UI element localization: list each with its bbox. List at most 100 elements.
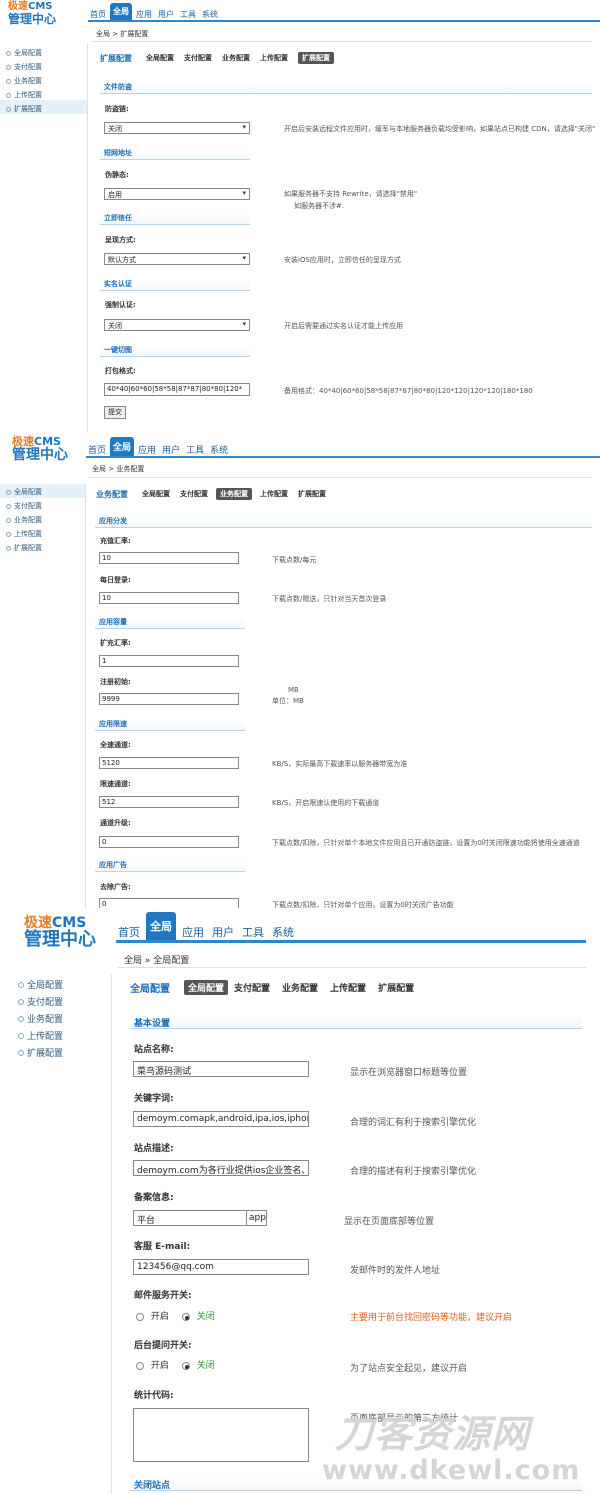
full-speed-input[interactable]: 5120 — [99, 757, 239, 769]
sidebar-item-extension[interactable]: 扩展配置 — [0, 540, 85, 554]
radio-off[interactable] — [181, 1361, 190, 1370]
section-header: 应用限速 — [95, 719, 245, 731]
email-input[interactable]: 123456@qq.com — [133, 1259, 309, 1275]
nav-global[interactable]: 全局 — [146, 912, 176, 940]
main-content: 全局 > 扩展配置 扩展配置 全局配置 支付配置 业务配置 上传配置 扩展配置 — [92, 26, 592, 64]
sidebar-item-upload[interactable]: 上传配置 — [0, 1025, 111, 1042]
tab-business[interactable]: 业务配置 — [222, 53, 250, 63]
nav-apps[interactable]: 应用 — [180, 924, 206, 940]
circle-icon — [18, 1049, 24, 1056]
nav-global[interactable]: 全局 — [110, 3, 132, 20]
realname-select[interactable]: 关闭 — [104, 319, 250, 331]
nav-system[interactable]: 系统 — [208, 443, 230, 456]
icp-input-suffix[interactable]: app — [247, 1210, 267, 1226]
site-name-input[interactable]: 菜鸟源码测试 — [133, 1061, 309, 1077]
submit-button[interactable]: 提交 — [104, 406, 126, 419]
section-header: 应用分发 — [95, 516, 592, 528]
trust-mode-select[interactable]: 默认方式 — [104, 253, 250, 265]
nav-tools[interactable]: 工具 — [178, 9, 198, 20]
config-tabs: 扩展配置 全局配置 支付配置 业务配置 上传配置 扩展配置 — [92, 52, 592, 64]
register-initial-input[interactable]: 9999 — [99, 693, 239, 705]
sidebar-label: 支付配置 — [14, 63, 42, 71]
sidebar-label: 扩展配置 — [14, 544, 42, 552]
config-tabs: 业务配置 全局配置 支付配置 业务配置 上传配置 扩展配置 — [88, 488, 592, 500]
field-label: 备案信息: — [134, 1193, 174, 1203]
sidebar-item-global[interactable]: 全局配置 — [0, 44, 87, 58]
tab-global[interactable]: 全局配置 — [184, 979, 229, 995]
field-label: 去除广告: — [100, 883, 131, 891]
top-nav: 首页 全局 应用 用户 工具 系统 — [88, 3, 222, 20]
tab-extension[interactable]: 扩展配置 — [378, 981, 414, 994]
remove-ads-input[interactable]: 0 — [99, 898, 239, 908]
tab-global[interactable]: 全局配置 — [146, 53, 174, 63]
section-header: 一键切图 — [100, 345, 250, 357]
tab-payment[interactable]: 支付配置 — [184, 53, 212, 63]
sidebar-item-upload[interactable]: 上传配置 — [0, 526, 85, 540]
sidebar-item-payment[interactable]: 支付配置 — [0, 58, 87, 72]
nav-home[interactable]: 首页 — [88, 9, 108, 20]
tab-upload[interactable]: 上传配置 — [330, 981, 366, 994]
tab-business[interactable]: 业务配置 — [216, 488, 252, 500]
sidebar-item-upload[interactable]: 上传配置 — [0, 86, 87, 100]
limited-speed-input[interactable]: 512 — [99, 796, 239, 808]
tab-extension[interactable]: 扩展配置 — [298, 489, 326, 499]
field-hint: 下载点数/扣除，只针对单个本地文件应用且已开通防盗链，设置为0时关闭限速功能将使… — [272, 839, 580, 847]
panel-global-config: 极速CMS 管理中心 首页 全局 应用 用户 工具 系统 全局配置 支付配置 业… — [0, 908, 600, 1494]
recharge-rate-input[interactable]: 10 — [99, 552, 239, 564]
section-header: 短网地址 — [100, 148, 250, 160]
nav-users[interactable]: 用户 — [156, 9, 176, 20]
daily-login-input[interactable]: 10 — [99, 592, 239, 604]
radio-on[interactable] — [136, 1312, 144, 1321]
nav-global[interactable]: 全局 — [110, 437, 135, 456]
sidebar-item-business[interactable]: 业务配置 — [0, 1008, 111, 1025]
description-input[interactable]: demoym.com为各行业提供ios企业签名、app — [133, 1160, 309, 1176]
expand-rate-input[interactable]: 1 — [99, 655, 239, 667]
field-hint: 如服务器不涉#. — [294, 202, 345, 210]
radio-on[interactable] — [136, 1361, 144, 1370]
nav-system[interactable]: 系统 — [270, 924, 296, 940]
pack-format-input[interactable]: 40*40|60*60|58*58|87*87|80*80|120* — [104, 383, 250, 396]
page-title: 业务配置 — [96, 489, 128, 499]
sidebar-item-global[interactable]: 全局配置 — [0, 484, 85, 498]
nav-home[interactable]: 首页 — [86, 443, 108, 456]
nav-apps[interactable]: 应用 — [134, 9, 154, 20]
tab-payment[interactable]: 支付配置 — [234, 981, 270, 994]
tab-upload[interactable]: 上传配置 — [260, 53, 288, 63]
keywords-input[interactable]: demoym.comapk,android,ipa,ios,iphone,i — [133, 1111, 309, 1127]
anti-leech-select[interactable]: 关闭 — [104, 122, 250, 134]
nav-system[interactable]: 系统 — [200, 9, 220, 20]
sidebar-item-payment[interactable]: 支付配置 — [0, 991, 111, 1008]
tab-upload[interactable]: 上传配置 — [260, 489, 288, 499]
sidebar-item-extension[interactable]: 扩展配置 — [0, 100, 87, 114]
sidebar-item-global[interactable]: 全局配置 — [0, 974, 111, 991]
radio-off[interactable] — [181, 1312, 190, 1321]
stats-code-textarea[interactable] — [133, 1408, 309, 1462]
sidebar-item-extension[interactable]: 扩展配置 — [0, 1042, 111, 1059]
icp-input[interactable]: 平台 — [133, 1210, 247, 1226]
field-hint: 下载点数/每元 — [272, 556, 317, 564]
sidebar-label: 全局配置 — [14, 488, 42, 496]
sidebar-label: 扩展配置 — [27, 1049, 64, 1059]
circle-icon — [18, 1032, 24, 1039]
nav-home[interactable]: 首页 — [116, 924, 142, 940]
tab-payment[interactable]: 支付配置 — [180, 489, 208, 499]
nav-underline — [116, 940, 586, 943]
nav-apps[interactable]: 应用 — [136, 443, 158, 456]
nav-users[interactable]: 用户 — [160, 443, 182, 456]
watermark-url: www.dkewl.com — [322, 1455, 581, 1486]
tab-global[interactable]: 全局配置 — [142, 489, 170, 499]
sidebar-item-business[interactable]: 业务配置 — [0, 72, 87, 86]
channel-upgrade-input[interactable]: 0 — [99, 836, 239, 848]
sidebar-item-payment[interactable]: 支付配置 — [0, 498, 85, 512]
field-hint: 主要用于前台找回密码等功能，建议开启 — [350, 1313, 513, 1323]
tab-business[interactable]: 业务配置 — [282, 981, 318, 994]
top-nav: 首页 全局 应用 用户 工具 系统 — [86, 437, 232, 456]
nav-tools[interactable]: 工具 — [240, 924, 266, 940]
sidebar: 全局配置 支付配置 业务配置 上传配置 扩展配置 — [0, 974, 112, 1494]
sidebar-item-business[interactable]: 业务配置 — [0, 512, 85, 526]
nav-users[interactable]: 用户 — [210, 924, 236, 940]
logo: 极速CMS 管理中心 — [8, 1, 56, 25]
nav-tools[interactable]: 工具 — [184, 443, 206, 456]
tab-extension[interactable]: 扩展配置 — [298, 52, 334, 64]
rewrite-select[interactable]: 启用 — [104, 188, 250, 200]
